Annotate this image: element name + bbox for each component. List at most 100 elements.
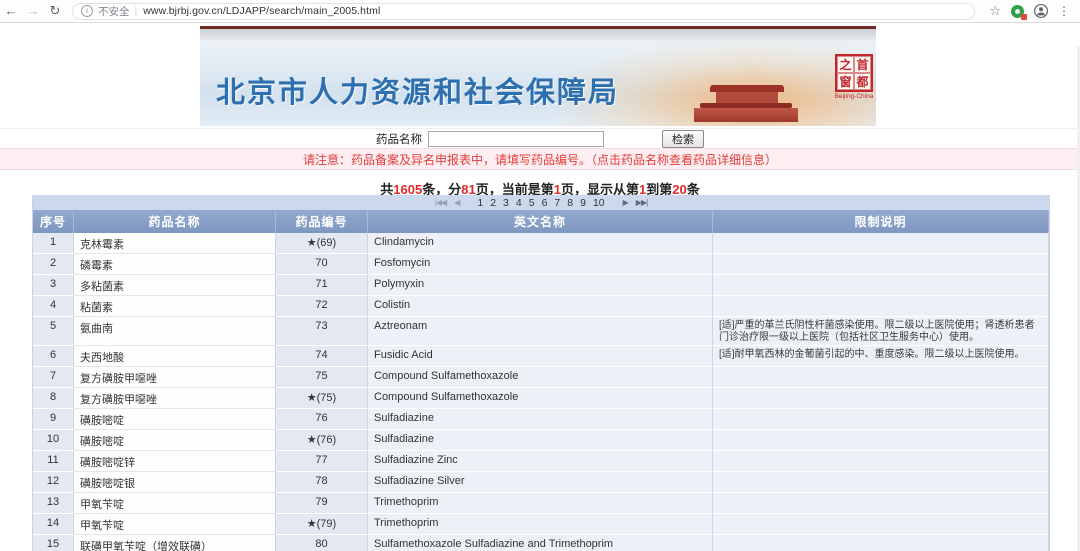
extension-icon[interactable] (1011, 4, 1027, 20)
site-title: 北京市人力资源和社会保障局 (216, 77, 620, 109)
prev-page-icon[interactable]: ◀ (454, 198, 460, 207)
page-number-4[interactable]: 4 (516, 197, 522, 209)
bookmark-star-icon[interactable]: ☆ (989, 3, 1001, 19)
notice-text: 请注意：药品备案及异名申报表中，请填写药品编号。（点击药品名称查看药品详细信息） (302, 152, 777, 167)
page-number-6[interactable]: 6 (542, 197, 548, 209)
cell-seq: 1 (33, 233, 74, 254)
cell-drug-name[interactable]: 磺胺嘧啶 (74, 409, 276, 430)
page-number-2[interactable]: 2 (490, 197, 496, 209)
cell-restriction (713, 451, 1049, 472)
page-numbers: 1 2 3 4 5 6 7 8 9 10 (477, 197, 604, 209)
browser-window: ← → ↻ i 不安全 | www.bjrbj.gov.cn/LDJAPP/se… (0, 0, 1080, 551)
table-row: 6 夫西地酸 74 Fusidic Acid [适]耐甲氧西林的金葡菌引起的中、重度感染… (33, 346, 1049, 367)
forward-icon[interactable]: → (22, 0, 44, 22)
table-row: 11 磺胺嘧啶锌 77 Sulfadiazine Zinc (33, 451, 1049, 472)
cell-drug-code: ★(76) (276, 430, 368, 451)
cell-english-name: Colistin (368, 296, 713, 317)
info-icon[interactable]: i (81, 5, 93, 17)
table-header: 序号 药品名称 药品编号 英文名称 限制说明 (33, 210, 1049, 233)
cell-restriction (713, 254, 1049, 275)
back-icon[interactable]: ← (0, 0, 22, 22)
first-page-icon[interactable]: |◀◀ (435, 198, 447, 207)
cell-english-name: Sulfadiazine Zinc (368, 451, 713, 472)
cell-seq: 6 (33, 346, 74, 367)
drug-name-label: 药品名称 (376, 134, 422, 146)
cell-drug-name[interactable]: 磷霉素 (74, 254, 276, 275)
web-page: 北京市人力资源和社会保障局 之 首 窗 都 Beijing-China 药品名称… (0, 23, 1080, 551)
page-number-9[interactable]: 9 (580, 197, 586, 209)
cell-drug-name[interactable]: 复方磺胺甲噁唑 (74, 367, 276, 388)
cell-drug-name[interactable]: 克林霉素 (74, 233, 276, 254)
cell-drug-name[interactable]: 甲氧苄啶 (74, 493, 276, 514)
table-row: 12 磺胺嘧啶银 78 Sulfadiazine Silver (33, 472, 1049, 493)
cell-drug-code: 78 (276, 472, 368, 493)
cell-seq: 5 (33, 317, 74, 346)
cell-seq: 14 (33, 514, 74, 535)
search-button[interactable]: 检索 (662, 130, 704, 148)
cell-drug-name[interactable]: 夫西地酸 (74, 346, 276, 367)
table-row: 13 甲氧苄啶 79 Trimethoprim (33, 493, 1049, 514)
page-number-1[interactable]: 1 (477, 197, 483, 209)
cell-drug-name[interactable]: 甲氧苄啶 (74, 514, 276, 535)
cell-english-name: Sulfamethoxazole Sulfadiazine and Trimet… (368, 535, 713, 551)
cell-drug-code: 71 (276, 275, 368, 296)
cell-drug-name[interactable]: 复方磺胺甲噁唑 (74, 388, 276, 409)
cell-restriction (713, 388, 1049, 409)
header-drug-code: 药品编号 (276, 210, 368, 233)
cell-seq: 7 (33, 367, 74, 388)
cell-seq: 11 (33, 451, 74, 472)
cell-english-name: Fusidic Acid (368, 346, 713, 367)
cell-drug-code: 72 (276, 296, 368, 317)
table-row: 3 多粘菌素 71 Polymyxin (33, 275, 1049, 296)
seal-char: 窗 (837, 73, 854, 90)
page-number-5[interactable]: 5 (529, 197, 535, 209)
page-number-8[interactable]: 8 (567, 197, 573, 209)
cell-restriction (713, 514, 1049, 535)
header-english-name: 英文名称 (368, 210, 713, 233)
search-bar: 药品名称 检索 (0, 128, 1080, 149)
cell-drug-code: ★(79) (276, 514, 368, 535)
table-row: 9 磺胺嘧啶 76 Sulfadiazine (33, 409, 1049, 430)
header-seq: 序号 (33, 210, 74, 233)
seal-caption: Beijing-China (834, 93, 874, 100)
cell-drug-name[interactable]: 磺胺嘧啶 (74, 430, 276, 451)
cell-restriction (713, 296, 1049, 317)
cell-drug-name[interactable]: 氨曲南 (74, 317, 276, 346)
drug-table: |◀◀ ◀ 1 2 3 4 5 6 7 8 9 10 ▶ ▶▶| 序号 药品名称 药品编号 英文名… (32, 195, 1050, 551)
address-bar[interactable]: i 不安全 | www.bjrbj.gov.cn/LDJAPP/search/m… (72, 2, 976, 20)
last-page-icon[interactable]: ▶▶| (636, 198, 648, 207)
menu-icon[interactable]: ⋮ (1058, 4, 1070, 18)
cell-english-name: Sulfadiazine (368, 409, 713, 430)
cell-english-name: Sulfadiazine Silver (368, 472, 713, 493)
building-graphic (694, 108, 798, 122)
page-number-7[interactable]: 7 (554, 197, 560, 209)
cell-restriction (713, 535, 1049, 551)
cell-drug-code: 75 (276, 367, 368, 388)
cell-seq: 12 (33, 472, 74, 493)
cell-english-name: Fosfomycin (368, 254, 713, 275)
drug-name-input[interactable] (428, 131, 604, 147)
cell-drug-name[interactable]: 磺胺嘧啶锌 (74, 451, 276, 472)
building-graphic (710, 85, 784, 92)
browser-toolbar: ← → ↻ i 不安全 | www.bjrbj.gov.cn/LDJAPP/se… (0, 0, 1080, 23)
profile-icon[interactable] (1034, 4, 1048, 18)
cell-drug-code: ★(69) (276, 233, 368, 254)
page-number-10[interactable]: 10 (593, 197, 605, 209)
page-number-3[interactable]: 3 (503, 197, 509, 209)
capital-window-seal: 之 首 窗 都 (835, 54, 873, 92)
cell-seq: 3 (33, 275, 74, 296)
cell-drug-name[interactable]: 磺胺嘧啶银 (74, 472, 276, 493)
cell-drug-name[interactable]: 联磺甲氧苄啶（增效联磺） (74, 535, 276, 551)
security-label: 不安全 (98, 5, 130, 18)
cell-drug-name[interactable]: 粘菌素 (74, 296, 276, 317)
cell-english-name: Compound Sulfamethoxazole (368, 388, 713, 409)
cell-drug-name[interactable]: 多粘菌素 (74, 275, 276, 296)
header-restriction: 限制说明 (713, 210, 1049, 233)
cell-seq: 9 (33, 409, 74, 430)
next-page-icon[interactable]: ▶ (623, 198, 629, 207)
cell-seq: 4 (33, 296, 74, 317)
url-text: www.bjrbj.gov.cn/LDJAPP/search/main_2005… (143, 5, 381, 17)
cell-english-name: Trimethoprim (368, 493, 713, 514)
omnibox-divider: | (134, 5, 138, 17)
refresh-icon[interactable]: ↻ (44, 0, 66, 22)
